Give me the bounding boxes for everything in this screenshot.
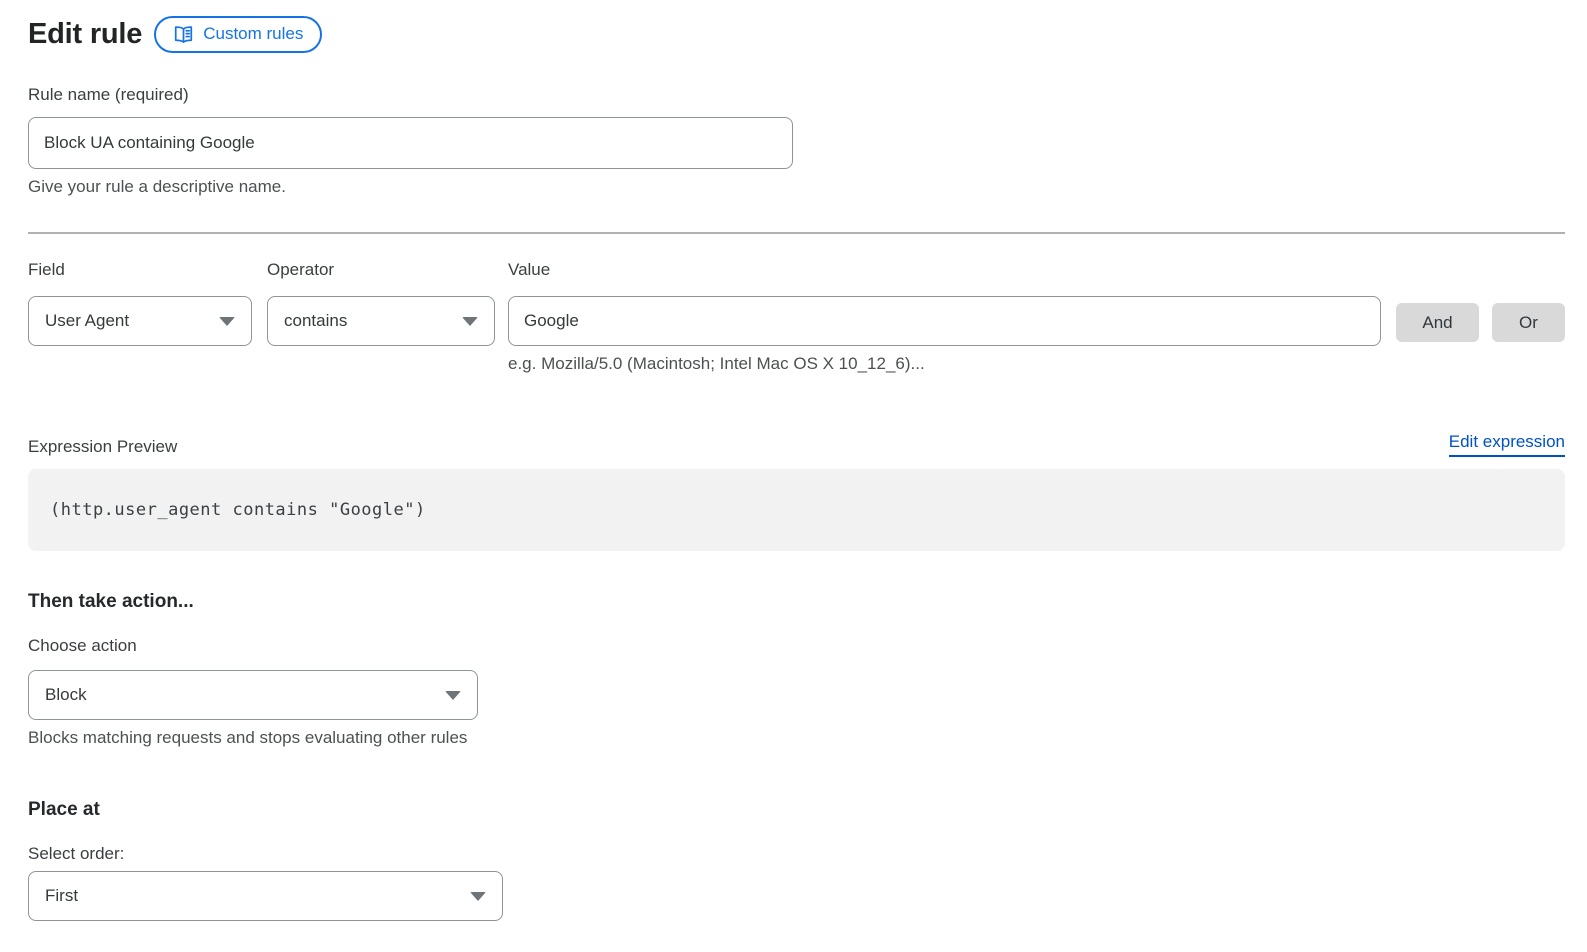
expression-code: (http.user_agent contains "Google") xyxy=(50,500,426,520)
placement-section: Place at Select order: First xyxy=(28,799,1565,921)
and-button[interactable]: And xyxy=(1396,303,1479,342)
action-section: Then take action... Choose action Block … xyxy=(28,591,1565,748)
or-button[interactable]: Or xyxy=(1492,303,1565,342)
rule-name-section: Rule name (required) Give your rule a de… xyxy=(28,85,1565,197)
value-label: Value xyxy=(508,260,1381,280)
edit-rule-page: Edit rule Custom rules Rule name (requir… xyxy=(0,0,1587,921)
rule-name-label: Rule name (required) xyxy=(28,85,189,104)
value-column: Value e.g. Mozilla/5.0 (Macintosh; Intel… xyxy=(508,260,1381,374)
custom-rules-badge[interactable]: Custom rules xyxy=(154,16,322,53)
action-select[interactable]: Block xyxy=(28,670,478,720)
choose-action-label: Choose action xyxy=(28,636,1565,656)
select-order-label: Select order: xyxy=(28,844,1565,864)
expression-section: Expression Preview Edit expression (http… xyxy=(28,432,1565,551)
field-column: Field User Agent xyxy=(28,260,252,346)
edit-expression-link[interactable]: Edit expression xyxy=(1449,432,1565,457)
section-divider xyxy=(28,232,1565,234)
value-helper: e.g. Mozilla/5.0 (Macintosh; Intel Mac O… xyxy=(508,354,1381,374)
caret-down-icon xyxy=(445,691,461,700)
custom-rules-badge-label: Custom rules xyxy=(203,24,303,44)
rule-name-input[interactable] xyxy=(28,117,793,169)
page-header: Edit rule Custom rules xyxy=(28,14,1565,54)
operator-select-value: contains xyxy=(284,311,347,331)
field-select-value: User Agent xyxy=(45,311,129,331)
operator-label: Operator xyxy=(267,260,495,280)
rule-name-helper: Give your rule a descriptive name. xyxy=(28,177,1565,197)
condition-row: Field User Agent Operator contains Value… xyxy=(28,260,1565,374)
order-select-value: First xyxy=(45,886,78,906)
expression-preview-box: (http.user_agent contains "Google") xyxy=(28,469,1565,551)
operator-select[interactable]: contains xyxy=(267,296,495,346)
value-input[interactable] xyxy=(508,296,1381,346)
caret-down-icon xyxy=(462,317,478,326)
page-title: Edit rule xyxy=(28,18,142,51)
action-heading: Then take action... xyxy=(28,591,1565,613)
order-select[interactable]: First xyxy=(28,871,503,921)
place-at-heading: Place at xyxy=(28,799,1565,821)
open-book-icon xyxy=(173,25,194,44)
expression-header: Expression Preview Edit expression xyxy=(28,432,1565,457)
action-select-value: Block xyxy=(45,685,87,705)
field-select[interactable]: User Agent xyxy=(28,296,252,346)
field-label: Field xyxy=(28,260,252,280)
caret-down-icon xyxy=(219,317,235,326)
condition-section: Field User Agent Operator contains Value… xyxy=(28,260,1565,374)
caret-down-icon xyxy=(470,892,486,901)
action-helper: Blocks matching requests and stops evalu… xyxy=(28,728,1565,748)
operator-column: Operator contains xyxy=(267,260,495,346)
expression-preview-label: Expression Preview xyxy=(28,437,177,457)
